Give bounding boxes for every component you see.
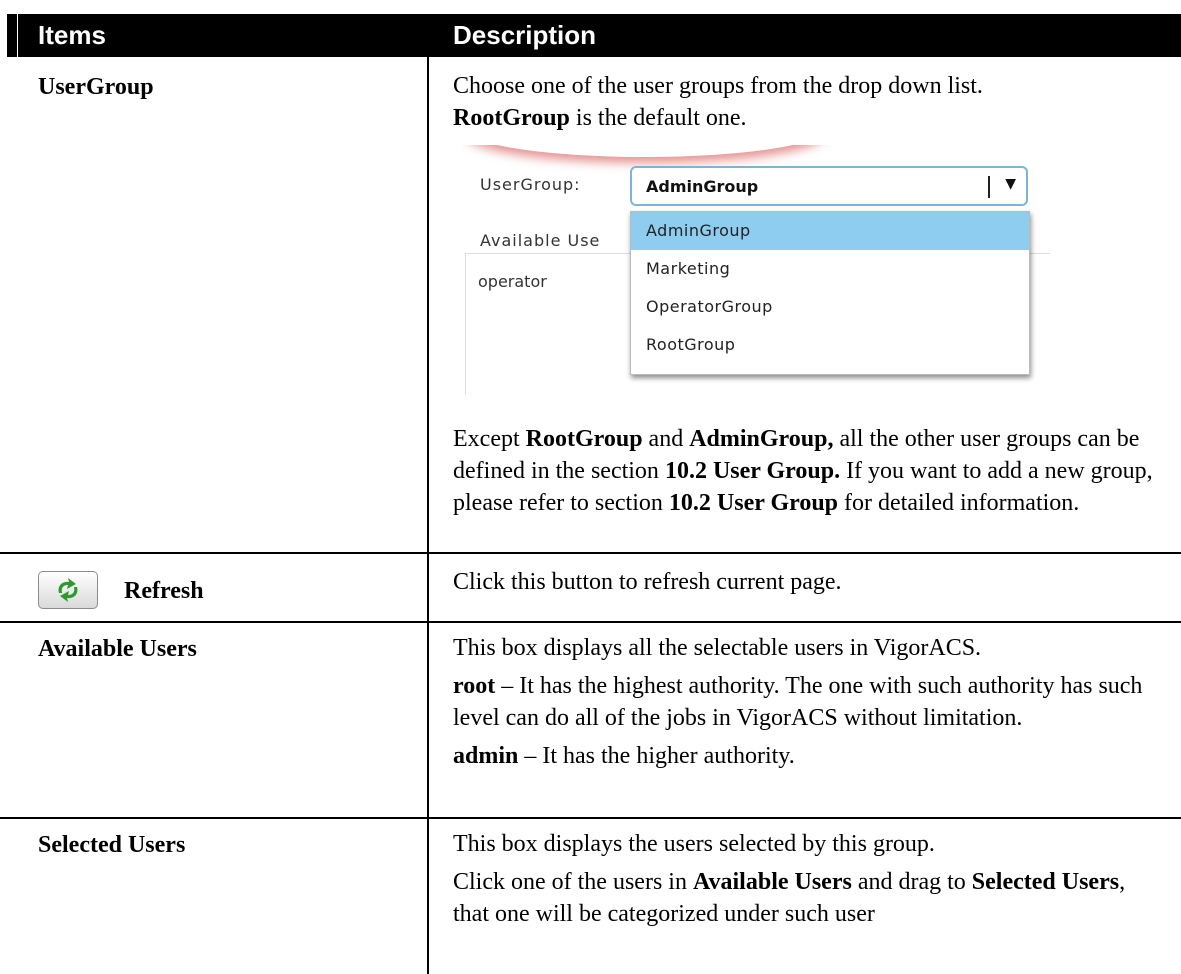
row-refresh-item: Refresh [124,578,204,604]
admin-bold: admin [453,743,519,769]
note-text: and [642,426,690,452]
note-bold: 10.2 User Group [668,490,839,516]
available-users-label: Available Use [480,231,601,250]
available-user-operator: operator [478,272,547,291]
selected-text: Click one of the users in [453,869,693,895]
selected-text: and drag to [851,869,972,895]
usergroup-dropdown-list: AdminGroup Marketing OperatorGroup RootG… [630,211,1030,375]
dropdown-option[interactable]: Marketing [631,250,1029,288]
intro-text: Choose one of the user groups from the d… [453,73,983,99]
chevron-down-icon[interactable]: ▼ [1005,176,1016,192]
usergroup-select[interactable]: AdminGroup ▼ [630,166,1028,206]
row-selected-users-item: Selected Users [38,832,186,858]
select-separator [988,176,990,198]
note-bold: AdminGroup, [689,426,834,452]
refresh-button[interactable] [38,571,98,609]
row-divider [0,552,1181,554]
dropdown-option[interactable]: AdminGroup [631,212,1029,250]
row-selected-users-desc: This box displays the users selected by … [453,828,1153,930]
intro-text-2: is the default one. [569,105,747,131]
note-bold: 10.2 User Group. [664,458,841,484]
refresh-arrows-icon [58,578,78,602]
row-usergroup-intro: Choose one of the user groups from the d… [453,70,1153,134]
column-divider [427,57,429,974]
dropdown-option[interactable]: RootGroup [631,326,1029,364]
dropdown-option[interactable]: OperatorGroup [631,288,1029,326]
available-desc-line: This box displays all the selectable use… [453,635,982,661]
row-available-users-desc: This box displays all the selectable use… [453,632,1153,772]
note-text: for detailed information. [838,490,1080,516]
usergroup-screenshot: UserGroup: operator Available Use AdminG… [460,145,1050,395]
row-usergroup-item: UserGroup [38,74,154,100]
row-refresh-desc: Click this button to refresh current pag… [453,569,842,595]
header-accent-bar [7,14,17,57]
intro-bold: RootGroup [453,105,570,131]
decorative-red-glow [465,145,825,157]
table-header: Items Description [0,0,1181,57]
row-available-users-item: Available Users [38,636,197,662]
header-description-label: Description [453,20,597,50]
header-items-label: Items [38,20,106,50]
usergroup-select-value: AdminGroup [646,177,759,196]
root-text: – It has the highest authority. The one … [453,673,1143,731]
row-usergroup-note: Except RootGroup and AdminGroup, all the… [453,423,1153,519]
root-bold: root [453,673,496,699]
admin-text: – It has the higher authority. [518,743,795,769]
selected-bold: Selected Users [971,869,1120,895]
note-bold: RootGroup [525,426,643,452]
selected-desc-line: This box displays the users selected by … [453,831,935,857]
row-divider [0,817,1181,819]
selected-bold: Available Users [692,869,852,895]
note-text: Except [453,426,526,452]
usergroup-label: UserGroup: [480,175,581,194]
row-divider [0,621,1181,623]
